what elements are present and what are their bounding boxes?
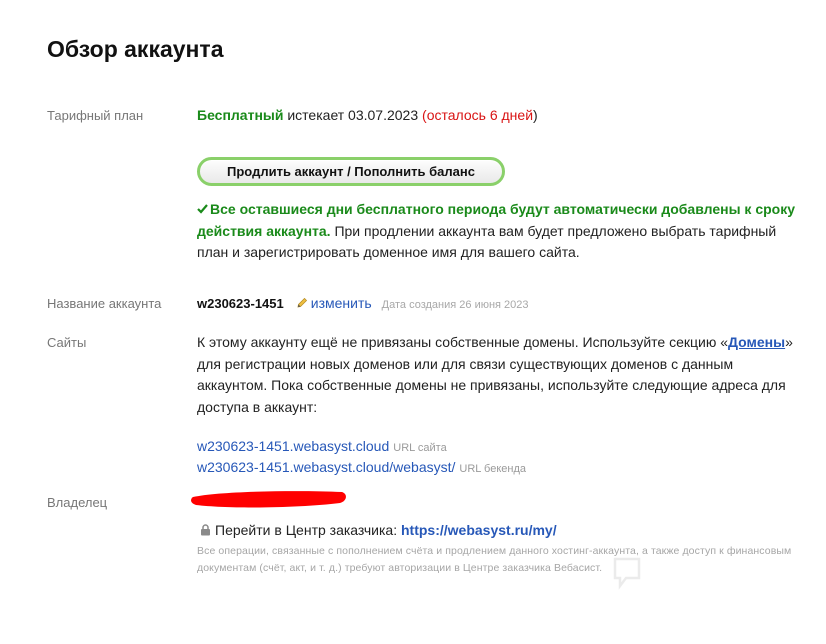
plan-name: Бесплатный xyxy=(197,107,284,123)
customer-prefix: Перейти в Центр заказчика: xyxy=(215,522,401,538)
page-title: Обзор аккаунта xyxy=(47,36,224,62)
plan-remaining: осталось 6 дней xyxy=(426,107,534,123)
site-url-row: w230623-1451.webasyst.cloud URL сайта xyxy=(197,437,526,458)
site-url-note: URL сайта xyxy=(393,442,447,454)
extend-account-button[interactable]: Продлить аккаунт / Пополнить баланс xyxy=(197,157,505,186)
check-icon xyxy=(197,204,208,214)
account-name-row: w230623-1451 изменить Дата создания 26 июн… xyxy=(197,293,529,317)
plan-label: Тарифный план xyxy=(47,108,144,123)
plan-status: Бесплатный истекает 03.07.2023 (осталось… xyxy=(197,105,538,127)
plan-notice: Все оставшиеся дни бесплатного периода б… xyxy=(197,199,807,264)
created-date: Дата создания 26 июня 2023 xyxy=(381,299,529,311)
backend-url-note: URL бекенда xyxy=(459,463,527,475)
account-name-label: Название аккаунта xyxy=(47,296,162,311)
fine-print: Все операции, связанные с пополнением сч… xyxy=(197,545,792,574)
site-url-link[interactable]: w230623-1451.webasyst.cloud xyxy=(197,438,389,454)
sites-description: К этому аккаунту ещё не привязаны собств… xyxy=(197,332,802,418)
paren-close: ) xyxy=(533,107,538,123)
owner-label: Владелец xyxy=(47,495,108,510)
customer-center-link[interactable]: https://webasyst.ru/my/ xyxy=(401,522,557,538)
backend-url-row: w230623-1451.webasyst.cloud/webasyst/URL… xyxy=(197,458,526,479)
domains-link[interactable]: Домены xyxy=(728,334,785,350)
lock-icon xyxy=(201,524,210,536)
backend-url-link[interactable]: w230623-1451.webasyst.cloud/webasyst/ xyxy=(197,459,455,475)
pencil-icon[interactable] xyxy=(296,297,308,309)
account-name: w230623-1451 xyxy=(197,296,284,311)
plan-expires: истекает 03.07.2023 xyxy=(283,107,423,123)
rename-link[interactable]: изменить xyxy=(311,295,372,311)
owner-redaction xyxy=(191,491,346,508)
site-urls: w230623-1451.webasyst.cloud URL сайта w23… xyxy=(197,437,526,479)
sites-text-before: К этому аккаунту ещё не привязаны собств… xyxy=(197,334,729,350)
sites-label: Сайты xyxy=(47,335,87,350)
customer-center-line: Перейти в Центр заказчика: https://webas… xyxy=(200,522,557,538)
